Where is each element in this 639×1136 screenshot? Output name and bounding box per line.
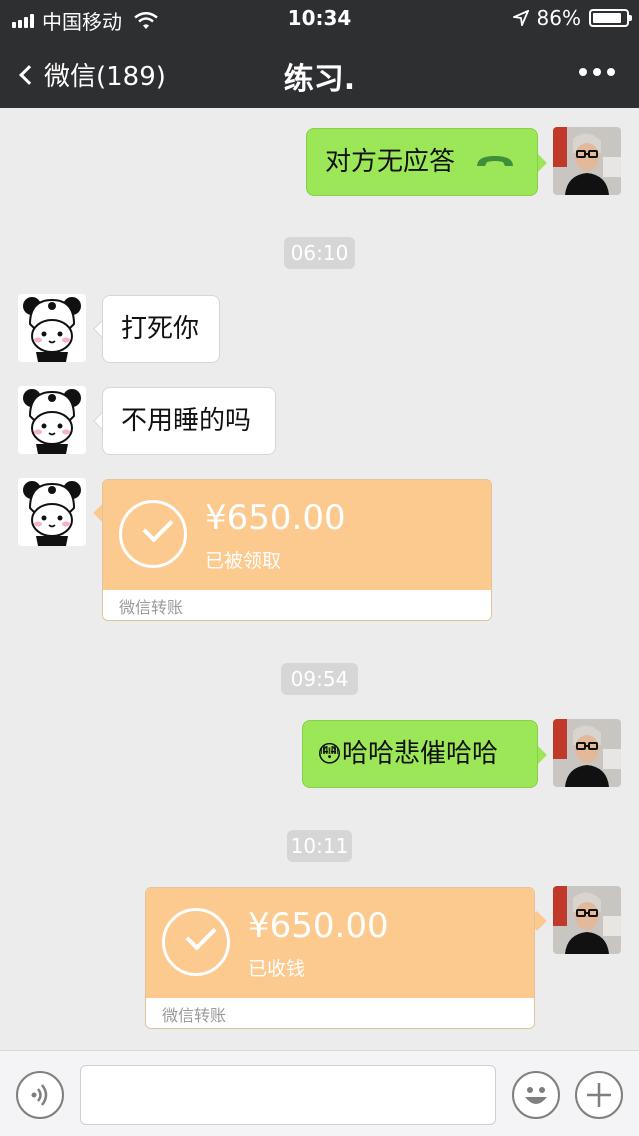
transfer-card[interactable]: ¥650.00 已收钱 微信转账 bbox=[145, 887, 535, 1029]
avatar[interactable] bbox=[18, 294, 86, 362]
timestamp: 09:54 bbox=[281, 663, 358, 695]
header-bar: 中国移动 10:34 86% 微信(189) 练习. bbox=[0, 0, 639, 108]
avatar[interactable] bbox=[18, 478, 86, 546]
battery-percent: 86% bbox=[536, 6, 581, 30]
transfer-status: 已收钱 bbox=[248, 958, 306, 980]
transfer-amount: ¥650.00 bbox=[205, 498, 346, 538]
transfer-amount: ¥650.00 bbox=[248, 906, 389, 946]
transfer-status: 已被领取 bbox=[205, 550, 282, 572]
transfer-card-body: ¥650.00 已被领取 bbox=[103, 480, 491, 590]
emoji-button[interactable] bbox=[512, 1071, 560, 1119]
more-icon[interactable] bbox=[579, 68, 615, 76]
chat-title: 练习. bbox=[283, 62, 356, 97]
check-circle-icon bbox=[119, 500, 187, 568]
check-circle-icon bbox=[162, 908, 230, 976]
status-bar: 中国移动 10:34 86% bbox=[0, 0, 639, 36]
timestamp: 06:10 bbox=[284, 237, 355, 269]
message-text: 哈哈悲催哈哈 bbox=[342, 739, 499, 769]
status-right: 86% bbox=[512, 6, 632, 30]
message-text: 对方无应答 bbox=[325, 147, 456, 177]
plus-icon bbox=[587, 1083, 611, 1107]
smiley-icon bbox=[525, 1087, 547, 1104]
battery-fill bbox=[593, 13, 621, 23]
message-text: 打死你 bbox=[121, 314, 200, 344]
message-bubble[interactable]: 打死你 bbox=[102, 295, 220, 363]
avatar[interactable] bbox=[553, 127, 621, 195]
input-bar bbox=[0, 1050, 639, 1136]
transfer-card-body: ¥650.00 已收钱 bbox=[146, 888, 534, 998]
avatar[interactable] bbox=[18, 386, 86, 454]
call-message-bubble[interactable]: 对方无应答 bbox=[306, 128, 538, 196]
timestamp: 10:11 bbox=[287, 830, 352, 862]
navigation-bar: 微信(189) 练习. bbox=[0, 36, 639, 108]
battery-icon bbox=[589, 9, 632, 27]
message-input[interactable] bbox=[80, 1065, 496, 1125]
transfer-footer: 微信转账 bbox=[146, 998, 534, 1028]
avatar[interactable] bbox=[553, 719, 621, 787]
message-text: 不用睡的吗 bbox=[121, 406, 252, 436]
transfer-footer: 微信转账 bbox=[103, 590, 491, 620]
more-functions-button[interactable] bbox=[575, 1071, 623, 1119]
phone-hangup-icon bbox=[477, 156, 514, 166]
voice-icon bbox=[31, 1084, 48, 1106]
message-bubble[interactable]: 😳 哈哈悲催哈哈 bbox=[302, 720, 538, 788]
avatar[interactable] bbox=[553, 886, 621, 954]
message-bubble[interactable]: 不用睡的吗 bbox=[102, 387, 276, 455]
voice-button[interactable] bbox=[16, 1071, 64, 1119]
location-arrow-icon bbox=[512, 10, 529, 26]
flushed-emoji-icon: 😳 bbox=[317, 740, 343, 768]
transfer-card[interactable]: ¥650.00 已被领取 微信转账 bbox=[102, 479, 492, 621]
